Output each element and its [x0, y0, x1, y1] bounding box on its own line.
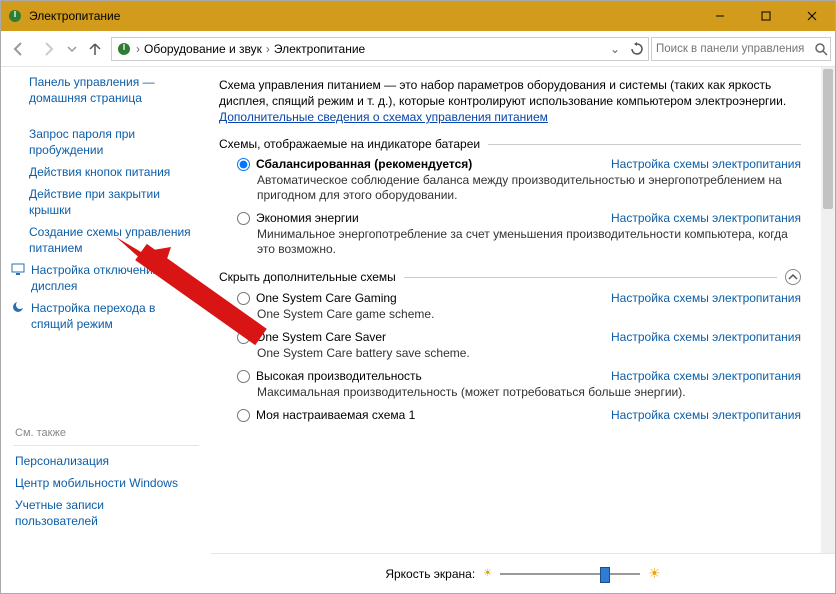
- sidebar-divider: [13, 445, 199, 446]
- breadcrumb-sep-icon: ›: [136, 42, 140, 56]
- breadcrumb-sep-icon: ›: [266, 42, 270, 56]
- divider: [404, 277, 777, 278]
- plan-radio-custom1[interactable]: Моя настраиваемая схема 1: [237, 408, 415, 422]
- plan-radio-balanced[interactable]: Сбалансированная (рекомендуется): [237, 157, 472, 171]
- collapse-toggle[interactable]: [785, 269, 801, 285]
- monitor-icon: [11, 262, 25, 276]
- plan-radio-highperf[interactable]: Высокая производительность: [237, 369, 422, 383]
- hidden-plans-heading: Скрыть дополнительные схемы: [219, 270, 396, 284]
- app-icon: [7, 8, 23, 24]
- plan-settings-link[interactable]: Настройка схемы электропитания: [611, 369, 801, 383]
- plan-settings-link[interactable]: Настройка схемы электропитания: [611, 330, 801, 344]
- plan-settings-link[interactable]: Настройка схемы электропитания: [611, 211, 801, 225]
- plan-description: Максимальная производительность (может п…: [257, 385, 801, 400]
- sidebar-personalization-link[interactable]: Персонализация: [15, 452, 199, 470]
- sidebar-item-password[interactable]: Запрос пароля при пробуждении: [29, 125, 199, 159]
- close-button[interactable]: [789, 1, 835, 31]
- address-dropdown-icon[interactable]: ⌄: [610, 42, 620, 56]
- power-plan: Экономия энергии Настройка схемы электро…: [237, 211, 801, 257]
- slider-thumb[interactable]: [600, 567, 610, 583]
- divider: [488, 144, 801, 145]
- plan-description: Автоматическое соблюдение баланса между …: [257, 173, 801, 203]
- brightness-slider[interactable]: [500, 564, 640, 584]
- breadcrumb-power[interactable]: Электропитание: [274, 42, 365, 56]
- sidebar-accounts-link[interactable]: Учетные записипользователей: [15, 496, 199, 530]
- nav-forward-button[interactable]: [35, 36, 63, 62]
- moon-icon: [11, 300, 25, 314]
- client-area: Панель управления — домашняя страница За…: [1, 67, 835, 593]
- plan-settings-link[interactable]: Настройка схемы электропитания: [611, 408, 801, 422]
- sidebar-item-create-scheme[interactable]: Создание схемы управления питанием: [29, 223, 199, 257]
- sidebar-home-link[interactable]: Панель управления — домашняя страница: [29, 73, 199, 107]
- plan-description: One System Care game scheme.: [257, 307, 801, 322]
- power-plan: One System Care Gaming Настройка схемы э…: [237, 291, 801, 322]
- breadcrumb-bar[interactable]: › Оборудование и звук › Электропитание ⌄: [111, 37, 649, 61]
- sidebar-item-power-buttons[interactable]: Действия кнопок питания: [29, 163, 199, 181]
- plan-description: One System Care battery save scheme.: [257, 346, 801, 361]
- nav-up-button[interactable]: [81, 36, 109, 62]
- content-area: Схема управления питанием — это набор па…: [211, 67, 835, 593]
- intro-more-link[interactable]: Дополнительные сведения о схемах управле…: [219, 110, 548, 124]
- scrollbar-thumb[interactable]: [823, 69, 833, 209]
- breadcrumb-icon: [116, 41, 132, 57]
- content-scroll[interactable]: Схема управления питанием — это набор па…: [211, 67, 821, 553]
- nav-recent-button[interactable]: [65, 36, 79, 62]
- plan-settings-link[interactable]: Настройка схемы электропитания: [611, 291, 801, 305]
- search-icon[interactable]: [814, 42, 828, 56]
- plan-radio-gaming[interactable]: One System Care Gaming: [237, 291, 397, 305]
- plans-shown-heading: Схемы, отображаемые на индикаторе батаре…: [219, 137, 480, 151]
- nav-back-button[interactable]: [5, 36, 33, 62]
- breadcrumb-hardware[interactable]: Оборудование и звук: [144, 42, 262, 56]
- power-plan: Моя настраиваемая схема 1 Настройка схем…: [237, 408, 801, 422]
- search-box[interactable]: [651, 37, 831, 61]
- scrollbar[interactable]: [821, 67, 835, 553]
- address-bar: › Оборудование и звук › Электропитание ⌄: [1, 31, 835, 67]
- plan-description: Минимальное энергопотребление за счет ум…: [257, 227, 801, 257]
- sun-dim-icon: ☀: [483, 568, 492, 579]
- sidebar: Панель управления — домашняя страница За…: [1, 67, 211, 593]
- plan-settings-link[interactable]: Настройка схемы электропитания: [611, 157, 801, 171]
- power-plan: Сбалансированная (рекомендуется) Настрой…: [237, 157, 801, 203]
- brightness-label: Яркость экрана:: [385, 567, 475, 581]
- power-plan: Высокая производительность Настройка схе…: [237, 369, 801, 400]
- power-plan: One System Care Saver Настройка схемы эл…: [237, 330, 801, 361]
- see-also-heading: См. также: [1, 425, 211, 441]
- intro-text: Схема управления питанием — это набор па…: [219, 77, 801, 125]
- refresh-icon[interactable]: [630, 42, 644, 56]
- sun-bright-icon: ☀: [648, 565, 661, 582]
- maximize-button[interactable]: [743, 1, 789, 31]
- title-bar: Электропитание: [1, 1, 835, 31]
- sidebar-mobility-link[interactable]: Центр мобильности Windows: [15, 474, 199, 492]
- sidebar-item-sleep[interactable]: Настройка перехода в спящий режим: [31, 299, 155, 333]
- control-panel-window: Электропитание › Оборудование и звук › Э…: [0, 0, 836, 594]
- brightness-bar: Яркость экрана: ☀ ☀: [211, 553, 835, 593]
- plan-radio-saver[interactable]: One System Care Saver: [237, 330, 386, 344]
- sidebar-item-display-off[interactable]: Настройка отключения дисплея: [31, 261, 159, 295]
- plan-radio-powersaver[interactable]: Экономия энергии: [237, 211, 359, 225]
- search-input[interactable]: [656, 43, 810, 55]
- sidebar-item-lid-close[interactable]: Действие при закрытии крышки: [29, 185, 199, 219]
- window-title: Электропитание: [29, 9, 697, 23]
- minimize-button[interactable]: [697, 1, 743, 31]
